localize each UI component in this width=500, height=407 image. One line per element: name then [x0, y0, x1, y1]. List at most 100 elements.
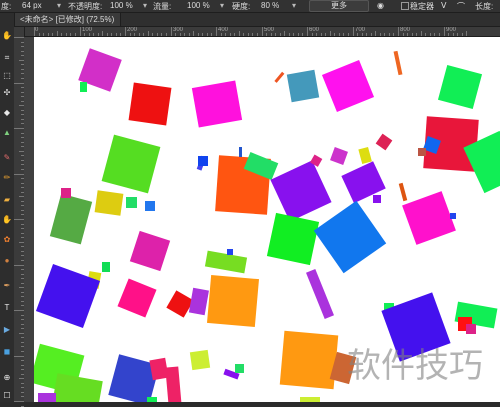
pen-tool-icon[interactable]: ✒	[2, 281, 12, 291]
brush-tool-icon[interactable]: ✎	[2, 153, 12, 163]
shape-tool-icon[interactable]: ▶	[2, 325, 12, 335]
ruler-tick	[361, 33, 363, 36]
ruler-tick	[65, 33, 67, 36]
smudge-tool-icon[interactable]: ✋	[2, 215, 12, 225]
flow-value[interactable]: 100 %	[187, 1, 210, 10]
rope-mode-icon[interactable]: Ⅴ	[441, 1, 446, 10]
ruler-tick	[375, 31, 377, 36]
ruler-tick	[243, 33, 245, 36]
hand-tool-icon[interactable]: ☐	[2, 391, 12, 401]
painted-square	[191, 80, 243, 128]
ruler-tick	[138, 33, 140, 36]
ruler-tick	[170, 27, 172, 36]
ruler-tick	[384, 33, 386, 36]
painted-square	[204, 250, 248, 274]
ruler-tick	[434, 33, 436, 36]
painted-square	[418, 148, 426, 156]
ruler-tick	[184, 33, 186, 36]
ruler-tick	[402, 33, 404, 36]
hardness-label: 硬度:	[232, 2, 251, 11]
ruler-tick	[102, 31, 104, 36]
opacity-dropdown-icon[interactable]: ▾	[142, 1, 148, 10]
length-label: 长度:	[475, 2, 494, 11]
ruler-tick	[329, 31, 331, 36]
painted-square	[129, 230, 171, 272]
ruler-tick	[311, 33, 313, 36]
painted-square	[235, 364, 244, 373]
ruler-tick	[238, 31, 240, 36]
ruler-tick	[21, 405, 24, 407]
ruler-tick	[452, 33, 454, 36]
ruler-tick	[211, 33, 213, 36]
ruler-tick	[438, 33, 440, 36]
size-dropdown-icon[interactable]: ▾	[56, 1, 62, 10]
painted-square	[300, 397, 320, 402]
ruler-tick	[206, 33, 208, 36]
ruler-tick	[129, 33, 131, 36]
watermark-text: 软件技巧	[347, 346, 483, 386]
ruler-tick	[93, 33, 95, 36]
ruler-tick	[111, 33, 113, 36]
ruler-tick	[234, 33, 236, 36]
painted-square	[313, 200, 387, 274]
dodge-tool-icon[interactable]: ●	[2, 256, 12, 266]
selection-tool-icon[interactable]: ⬚	[2, 71, 12, 81]
ruler-tick	[366, 33, 368, 36]
ruler-tick	[165, 33, 167, 36]
ruler-tick	[448, 33, 450, 36]
ruler-tick	[320, 33, 322, 36]
flow-dropdown-icon[interactable]: ▾	[219, 1, 225, 10]
painted-square	[128, 82, 172, 126]
document-tab[interactable]: <未命名> [已修改] (72.5%)	[14, 13, 122, 26]
ruler-tick	[357, 33, 359, 36]
ruler-tick	[429, 33, 431, 36]
ruler-tick	[175, 33, 177, 36]
clone-tool-icon[interactable]: ✿	[2, 235, 12, 245]
painted-square	[49, 193, 93, 245]
opacity-value[interactable]: 100 %	[110, 1, 133, 10]
horizontal-ruler[interactable]: 0 100 200 300 400 500 600 700 800 900	[24, 27, 500, 37]
ruler-tick	[115, 33, 117, 36]
ruler-tick	[352, 27, 354, 36]
lasso-tool-icon[interactable]: ✣	[2, 88, 12, 98]
size-value[interactable]: 64 px	[22, 1, 42, 10]
pencil-tool-icon[interactable]: ✏	[2, 173, 12, 183]
move-tool-icon[interactable]: ✋	[2, 31, 12, 41]
ruler-tick	[266, 33, 268, 36]
painted-square	[126, 197, 137, 208]
painted-square	[330, 147, 348, 165]
ruler-tick	[393, 33, 395, 36]
painted-square	[239, 147, 242, 157]
hardness-value[interactable]: 80 %	[261, 1, 279, 10]
crop-tool-icon[interactable]: ⌗	[2, 53, 12, 63]
brush-options-bar: 度: 64 px ▾ 不透明度: 100 % ▾ 流量: 100 % ▾ 硬度:…	[0, 0, 500, 13]
hardness-dropdown-icon[interactable]: ▾	[291, 1, 297, 10]
gradient-tool-icon[interactable]: ▲	[2, 128, 12, 138]
painted-square	[206, 274, 260, 328]
pressure-icon[interactable]: ◉	[377, 1, 384, 10]
flood-fill-icon[interactable]: ◆	[2, 108, 12, 118]
ruler-tick	[247, 33, 249, 36]
ruler-tick	[70, 33, 72, 36]
stabilizer-checkbox[interactable]	[401, 2, 409, 10]
size-label: 度:	[1, 2, 12, 11]
color-swatch-icon[interactable]: ⊕	[2, 373, 12, 383]
painted-square	[94, 190, 124, 216]
zoom-tool-icon[interactable]: ◼	[2, 347, 12, 357]
more-button[interactable]: 更多	[309, 0, 369, 12]
eraser-tool-icon[interactable]: ▰	[2, 195, 12, 205]
ruler-tick	[338, 33, 340, 36]
ruler-tick	[325, 33, 327, 36]
painted-square	[305, 268, 335, 320]
window-mode-icon[interactable]: ⌒	[457, 1, 465, 12]
ruler-tick	[293, 33, 295, 36]
text-tool-icon[interactable]: T	[2, 303, 12, 313]
tools-panel: ✋ ⌗ ⬚ ✣ ◆ ▲ ✎ ✏ ▰ ✋ ✿ ● ✒ T ▶ ◼ ⊕ ☐	[0, 13, 15, 402]
ruler-tick	[14, 82, 24, 84]
painted-square	[375, 133, 393, 151]
ruler-tick	[161, 33, 163, 36]
ruler-tick	[275, 33, 277, 36]
ruler-tick	[56, 31, 58, 36]
document-tab-bar: <未命名> [已修改] (72.5%)	[14, 13, 500, 27]
ruler-tick	[147, 31, 149, 36]
